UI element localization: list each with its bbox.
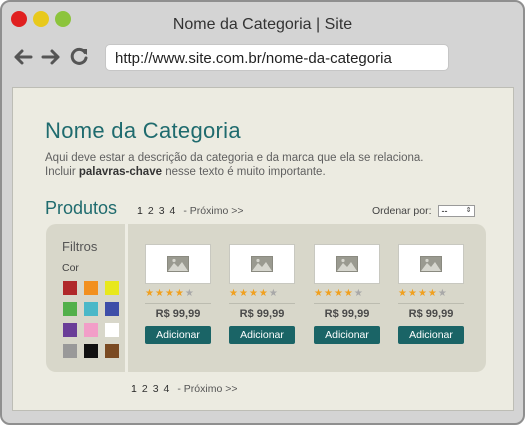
page-link-3[interactable]: 3 [153,383,159,395]
order-control: Ordenar por: -- ⇕ [372,205,475,217]
star-filled-icon: ★ [343,288,353,299]
product-price: R$ 99,99 [324,308,370,320]
color-swatch[interactable] [63,323,77,337]
image-placeholder-icon [420,256,442,272]
product-rating: ★ ★ ★ ★ ★ [145,288,213,300]
order-selected-value: -- [441,206,448,216]
product-card: ★ ★ ★ ★ ★ R$ 99,99 Adicionar [229,244,297,344]
color-swatch[interactable] [63,344,77,358]
category-description: Aqui deve estar a descrição da categoria… [45,151,485,179]
star-filled-icon: ★ [323,288,333,299]
pagination-bottom: 1 2 3 4 - Próximo >> [131,383,237,395]
star-empty-icon: ★ [184,288,194,299]
arrow-left-icon[interactable] [12,46,34,68]
page-link-4[interactable]: 4 [164,383,170,395]
star-empty-icon: ★ [353,288,363,299]
category-description-line1: Aqui deve estar a descrição da categoria… [45,152,424,164]
divider [145,303,211,304]
star-filled-icon: ★ [164,288,174,299]
category-description-keywords: palavras-chave [78,166,162,178]
product-grid: ★ ★ ★ ★ ★ R$ 99,99 Adicionar ★ ★ ★ ★ ★ R$ 99,99 Adici… [131,224,486,372]
star-filled-icon: ★ [398,288,407,299]
color-filter-label: Cor [62,262,79,274]
image-placeholder-icon [251,256,273,272]
color-swatch[interactable] [105,344,119,358]
category-description-prefix: Incluir [45,166,79,178]
page-link-1[interactable]: 1 [131,383,137,395]
next-page-link[interactable]: - Próximo >> [177,383,237,395]
star-filled-icon: ★ [333,288,343,299]
page-link-4[interactable]: 4 [170,205,176,217]
order-label: Ordenar por: [372,205,432,217]
star-filled-icon: ★ [229,288,238,299]
refresh-icon[interactable] [68,46,90,68]
window-title: Nome da Categoria | Site [172,16,353,33]
products-heading: Produtos [45,198,118,218]
color-swatch[interactable] [84,323,98,337]
color-swatches [63,281,119,358]
star-filled-icon: ★ [174,288,184,299]
product-rating: ★ ★ ★ ★ ★ [398,288,466,300]
star-filled-icon: ★ [154,288,164,299]
add-to-cart-button[interactable]: Adicionar [229,326,295,344]
image-placeholder-icon [336,256,358,272]
filters-title: Filtros [62,239,98,254]
product-price: R$ 99,99 [239,308,285,320]
star-filled-icon: ★ [248,288,258,299]
product-rating: ★ ★ ★ ★ ★ [314,288,382,300]
page-content: Nome da Categoria Aqui deve estar a desc… [12,87,514,411]
page-link-1[interactable]: 1 [137,205,143,217]
color-swatch[interactable] [105,302,119,316]
product-card: ★ ★ ★ ★ ★ R$ 99,99 Adicionar [314,244,382,344]
star-filled-icon: ★ [407,288,417,299]
divider [229,303,295,304]
pagination-top: 1 2 3 4 - Próximo >> [137,205,243,217]
address-bar[interactable]: http://www.site.com.br/nome-da-categoria [105,44,449,71]
add-to-cart-button[interactable]: Adicionar [145,326,211,344]
product-image[interactable] [229,244,295,284]
page-link-2[interactable]: 2 [148,205,154,217]
star-filled-icon: ★ [258,288,268,299]
category-title: Nome da Categoria [45,118,241,143]
browser-navigation [12,46,90,68]
color-swatch[interactable] [63,281,77,295]
color-swatch[interactable] [105,323,119,337]
product-card: ★ ★ ★ ★ ★ R$ 99,99 Adicionar [398,244,466,344]
star-filled-icon: ★ [417,288,427,299]
star-filled-icon: ★ [145,288,154,299]
product-image[interactable] [314,244,380,284]
category-description-suffix: nesse texto é muito importante. [162,166,326,178]
select-arrows-icon: ⇕ [465,207,472,214]
add-to-cart-button[interactable]: Adicionar [398,326,464,344]
star-empty-icon: ★ [437,288,447,299]
product-price: R$ 99,99 [408,308,454,320]
page-link-2[interactable]: 2 [142,383,148,395]
image-placeholder-icon [167,256,189,272]
next-page-link[interactable]: - Próximo >> [183,205,243,217]
divider [398,303,464,304]
color-swatch[interactable] [84,344,98,358]
color-swatch[interactable] [84,302,98,316]
arrow-right-icon[interactable] [40,46,62,68]
star-filled-icon: ★ [314,288,323,299]
color-swatch[interactable] [84,281,98,295]
product-image[interactable] [398,244,464,284]
page-link-3[interactable]: 3 [159,205,165,217]
add-to-cart-button[interactable]: Adicionar [314,326,380,344]
color-swatch[interactable] [105,281,119,295]
order-select[interactable]: -- ⇕ [437,205,475,217]
product-price: R$ 99,99 [155,308,201,320]
product-rating: ★ ★ ★ ★ ★ [229,288,297,300]
star-filled-icon: ★ [238,288,248,299]
catalog-panel: Filtros Cor ★ ★ ★ ★ ★ R$ 99,99 Adicionar ★ ★ ★ ★ ★ R… [46,224,486,372]
browser-window: Nome da Categoria | Site http://www.site… [0,0,525,425]
product-card: ★ ★ ★ ★ ★ R$ 99,99 Adicionar [145,244,213,344]
star-filled-icon: ★ [427,288,437,299]
filters-sidebar: Filtros Cor [46,224,128,372]
color-swatch[interactable] [63,302,77,316]
divider [314,303,380,304]
product-image[interactable] [145,244,211,284]
star-empty-icon: ★ [268,288,278,299]
